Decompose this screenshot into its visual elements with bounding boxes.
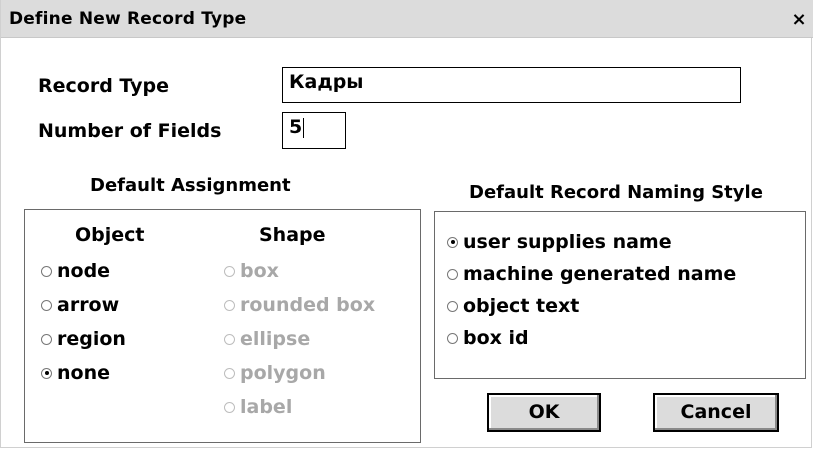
radio-icon [447, 268, 458, 280]
default-assignment-heading: Default Assignment [90, 175, 291, 196]
object-option-node[interactable]: node [41, 260, 110, 282]
record-type-label: Record Type [38, 75, 169, 97]
shape-column-header: Shape [259, 224, 326, 246]
radio-icon [224, 367, 235, 379]
ok-button[interactable]: OK [487, 393, 601, 432]
radio-icon [224, 401, 235, 413]
naming-option-box-id[interactable]: box id [447, 327, 529, 349]
close-icon: × [791, 9, 807, 30]
shape-option-polygon[interactable]: polygon [224, 362, 326, 384]
cancel-button[interactable]: Cancel [653, 393, 779, 432]
number-of-fields-input[interactable]: 5 [282, 112, 346, 149]
radio-icon [447, 332, 458, 344]
shape-option-label[interactable]: label [224, 396, 292, 418]
radio-icon [41, 299, 52, 311]
radio-selected-icon [41, 367, 52, 379]
window-title: Define New Record Type [9, 9, 247, 29]
radio-icon [224, 265, 235, 277]
record-type-value: Кадры [289, 71, 364, 93]
shape-option-ellipse[interactable]: ellipse [224, 328, 310, 350]
close-button[interactable]: × [789, 10, 809, 30]
radio-selected-icon [447, 236, 458, 248]
radio-icon [41, 265, 52, 277]
naming-option-object-text[interactable]: object text [447, 295, 579, 317]
number-of-fields-value: 5 [289, 116, 303, 138]
title-bar[interactable]: Define New Record Type × [1, 0, 813, 38]
shape-option-rounded-box[interactable]: rounded box [224, 294, 375, 316]
naming-option-user-supplies-name[interactable]: user supplies name [447, 231, 672, 253]
naming-style-heading: Default Record Naming Style [469, 182, 763, 203]
radio-icon [447, 300, 458, 312]
record-type-input[interactable]: Кадры [282, 67, 741, 103]
radio-icon [224, 333, 235, 345]
object-option-arrow[interactable]: arrow [41, 294, 119, 316]
text-caret [303, 117, 305, 138]
object-column-header: Object [75, 224, 145, 246]
define-record-type-dialog: Define New Record Type × Record Type Кад… [0, 0, 813, 448]
naming-option-machine-generated-name[interactable]: machine generated name [447, 263, 736, 285]
object-option-region[interactable]: region [41, 328, 126, 350]
number-of-fields-label: Number of Fields [38, 120, 222, 142]
shape-option-box[interactable]: box [224, 260, 279, 282]
radio-icon [224, 299, 235, 311]
radio-icon [41, 333, 52, 345]
object-option-none[interactable]: none [41, 362, 110, 384]
